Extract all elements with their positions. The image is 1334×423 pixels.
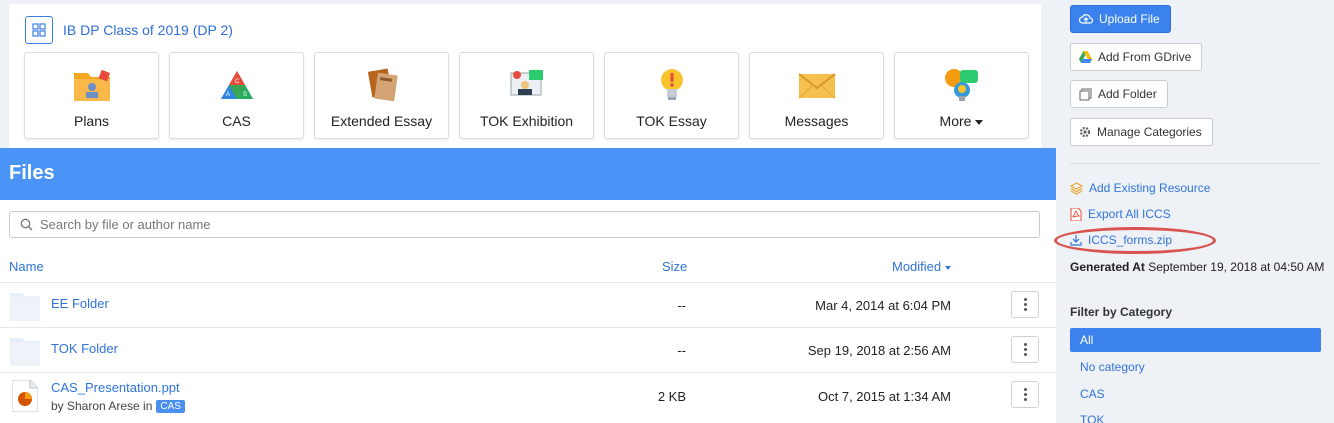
table-row[interactable]: CAS_Presentation.ppt by Sharon Arese in …: [0, 372, 1056, 423]
svg-text:A: A: [226, 92, 230, 98]
tile-label: More: [940, 113, 984, 129]
gdrive-label: Add From GDrive: [1098, 50, 1192, 64]
generated-at: Generated At September 19, 2018 at 04:50…: [1070, 259, 1328, 275]
tile-more[interactable]: More: [894, 52, 1029, 139]
class-title[interactable]: IB DP Class of 2019 (DP 2): [63, 22, 233, 38]
row-actions-button[interactable]: [1011, 336, 1039, 363]
tile-label: TOK Essay: [636, 113, 707, 129]
sort-desc-icon: [945, 265, 952, 270]
column-header-size[interactable]: Size: [662, 259, 687, 274]
extended-essay-books-icon: [362, 66, 402, 104]
files-panel: Name Size Modified EE Folder -- Mar 4, 2…: [0, 200, 1056, 423]
file-modified: Oct 7, 2015 at 1:34 AM: [818, 389, 951, 404]
add-folder-button[interactable]: Add Folder: [1070, 80, 1168, 108]
tile-messages[interactable]: Messages: [749, 52, 884, 139]
folder-icon: [10, 293, 40, 321]
pdf-icon: [1070, 207, 1082, 221]
row-actions-button[interactable]: [1011, 291, 1039, 318]
plans-folder-icon: [72, 66, 112, 104]
generated-label: Generated At: [1070, 260, 1145, 274]
gear-icon: [1079, 126, 1091, 138]
table-row[interactable]: EE Folder -- Mar 4, 2014 at 6:04 PM: [0, 282, 1056, 327]
class-header: IB DP Class of 2019 (DP 2): [25, 16, 233, 44]
highlight-oval: [1054, 227, 1216, 254]
caret-down-icon: [975, 119, 984, 125]
upload-file-button[interactable]: Upload File: [1070, 5, 1171, 33]
gdrive-icon: [1079, 51, 1092, 63]
category-tok[interactable]: TOK: [1070, 408, 1321, 423]
tok-exhibition-icon: [507, 66, 547, 104]
tile-tok-exhibition[interactable]: TOK Exhibition: [459, 52, 594, 139]
class-tiles: Plans CAS CAS Extended Essay TOK Exhibit…: [24, 52, 1029, 139]
tile-tok-essay[interactable]: TOK Essay: [604, 52, 739, 139]
add-from-gdrive-button[interactable]: Add From GDrive: [1070, 43, 1203, 71]
sidebar-divider: [1070, 163, 1320, 164]
folder-copy-icon: [1079, 88, 1092, 100]
category-none[interactable]: No category: [1070, 355, 1321, 379]
cas-triangle-icon: C A S: [217, 66, 257, 104]
manage-categories-button[interactable]: Manage Categories: [1070, 118, 1213, 146]
svg-text:C: C: [235, 79, 240, 85]
tile-label: Plans: [73, 113, 110, 129]
row-actions-button[interactable]: [1011, 381, 1039, 408]
tile-label: TOK Exhibition: [479, 113, 574, 129]
file-size: --: [677, 298, 686, 313]
category-all[interactable]: All: [1070, 328, 1321, 352]
author-text: by Sharon Arese in: [51, 399, 153, 413]
file-name-link[interactable]: TOK Folder: [51, 341, 118, 356]
add-existing-resource-link[interactable]: Add Existing Resource: [1070, 181, 1210, 195]
upload-label: Upload File: [1099, 12, 1160, 26]
file-modified: Mar 4, 2014 at 6:04 PM: [815, 298, 951, 313]
upload-cloud-icon: [1079, 14, 1093, 24]
layers-icon: [1070, 181, 1083, 195]
file-name-link[interactable]: EE Folder: [51, 296, 109, 311]
lightbulb-icon: [652, 66, 692, 104]
ppt-file-icon: [12, 380, 38, 412]
class-grid-icon[interactable]: [25, 16, 53, 44]
file-author-line: by Sharon Arese in CAS: [51, 399, 185, 413]
search-box[interactable]: [9, 211, 1040, 238]
more-label: More: [939, 113, 972, 129]
folder-icon: [10, 338, 40, 366]
export-iccs-label: Export All ICCS: [1088, 207, 1171, 221]
folder-label: Add Folder: [1098, 87, 1157, 101]
file-size: 2 KB: [657, 389, 686, 404]
column-header-modified[interactable]: Modified: [892, 259, 952, 274]
file-name-link[interactable]: CAS_Presentation.ppt: [51, 380, 180, 395]
search-icon: [20, 218, 33, 231]
tile-label: CAS: [222, 113, 251, 129]
svg-text:S: S: [243, 92, 247, 98]
files-title: Files: [9, 162, 55, 184]
tile-plans[interactable]: Plans: [24, 52, 159, 139]
file-modified: Sep 19, 2018 at 2:56 AM: [807, 343, 951, 358]
filter-title: Filter by Category: [1070, 305, 1173, 319]
existing-resource-label: Add Existing Resource: [1089, 181, 1211, 195]
generated-value: September 19, 2018 at 04:50 AM: [1148, 260, 1325, 274]
chat-bubbles-icon: [942, 66, 982, 104]
category-tag[interactable]: CAS: [156, 399, 185, 413]
tile-cas[interactable]: CAS CAS: [169, 52, 304, 139]
categories-label: Manage Categories: [1097, 125, 1202, 139]
files-header: Files: [0, 148, 1056, 200]
modified-label: Modified: [892, 259, 942, 274]
export-iccs-link[interactable]: Export All ICCS: [1070, 207, 1171, 221]
table-row[interactable]: TOK Folder -- Sep 19, 2018 at 2:56 AM: [0, 327, 1056, 372]
tile-label: Messages: [784, 113, 849, 129]
envelope-icon: [797, 66, 837, 104]
tile-label: Extended Essay: [330, 113, 433, 129]
search-input[interactable]: [40, 217, 940, 232]
file-size: --: [677, 343, 686, 358]
tile-extended-essay[interactable]: Extended Essay: [314, 52, 449, 139]
category-cas[interactable]: CAS: [1070, 382, 1321, 406]
column-header-name[interactable]: Name: [9, 259, 44, 274]
class-card: IB DP Class of 2019 (DP 2) Plans CAS CAS…: [9, 4, 1041, 148]
